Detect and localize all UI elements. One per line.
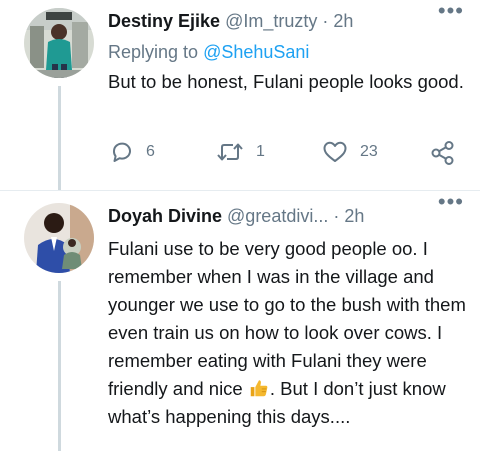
thumbs-up-emoji xyxy=(250,380,268,397)
display-name[interactable]: Doyah Divine xyxy=(108,203,222,229)
tweet-header: Destiny Ejike @Im_truzty · 2h xyxy=(108,8,466,34)
thread-line xyxy=(58,86,61,190)
reply-count: 6 xyxy=(146,143,155,160)
reply-bubble-icon xyxy=(112,142,131,162)
share-icon xyxy=(431,141,454,165)
reply-button[interactable]: 6 xyxy=(110,140,155,164)
timestamp[interactable]: 2h xyxy=(344,203,364,229)
tweet-content: Destiny Ejike @Im_truzty · 2h Replying t… xyxy=(108,8,466,96)
retweet-icon xyxy=(217,143,243,161)
avatar[interactable] xyxy=(24,8,94,78)
action-bar: 6 1 23 xyxy=(108,140,464,166)
retweet-count: 1 xyxy=(256,143,265,160)
avatar[interactable] xyxy=(24,203,94,273)
thread-line xyxy=(58,281,61,451)
tweet-text: Fulani use to be very good people oo. I … xyxy=(108,235,466,431)
separator-dot: · xyxy=(333,206,340,226)
user-handle[interactable]: @Im_truzty xyxy=(225,8,317,34)
retweet-button[interactable]: 1 xyxy=(216,140,265,164)
separator-dot: · xyxy=(322,11,329,31)
tweet-content: Doyah Divine @greatdivi... · 2h Fulani u… xyxy=(108,203,466,431)
mention-link[interactable]: @ShehuSani xyxy=(203,42,309,62)
tweet[interactable]: Doyah Divine @greatdivi... · 2h Fulani u… xyxy=(0,191,480,451)
tweet-header: Doyah Divine @greatdivi... · 2h xyxy=(108,203,466,229)
share-button[interactable] xyxy=(430,140,456,166)
tweet-text-part: Fulani use to be very good people oo. I … xyxy=(108,238,466,399)
more-dots-icon[interactable]: ••• xyxy=(438,0,464,22)
more-dots-icon[interactable]: ••• xyxy=(438,191,464,213)
user-handle[interactable]: @greatdivi... xyxy=(227,203,328,229)
replying-to-label: Replying to xyxy=(108,42,204,62)
tweet[interactable]: Destiny Ejike @Im_truzty · 2h Replying t… xyxy=(0,0,480,190)
heart-icon xyxy=(323,141,347,162)
like-count: 23 xyxy=(360,143,378,160)
timestamp[interactable]: 2h xyxy=(333,8,353,34)
like-button[interactable]: 23 xyxy=(322,140,378,164)
display-name[interactable]: Destiny Ejike xyxy=(108,8,220,34)
tweet-text: But to be honest, Fulani people looks go… xyxy=(108,71,464,92)
replying-to: Replying to @ShehuSani xyxy=(108,38,466,66)
